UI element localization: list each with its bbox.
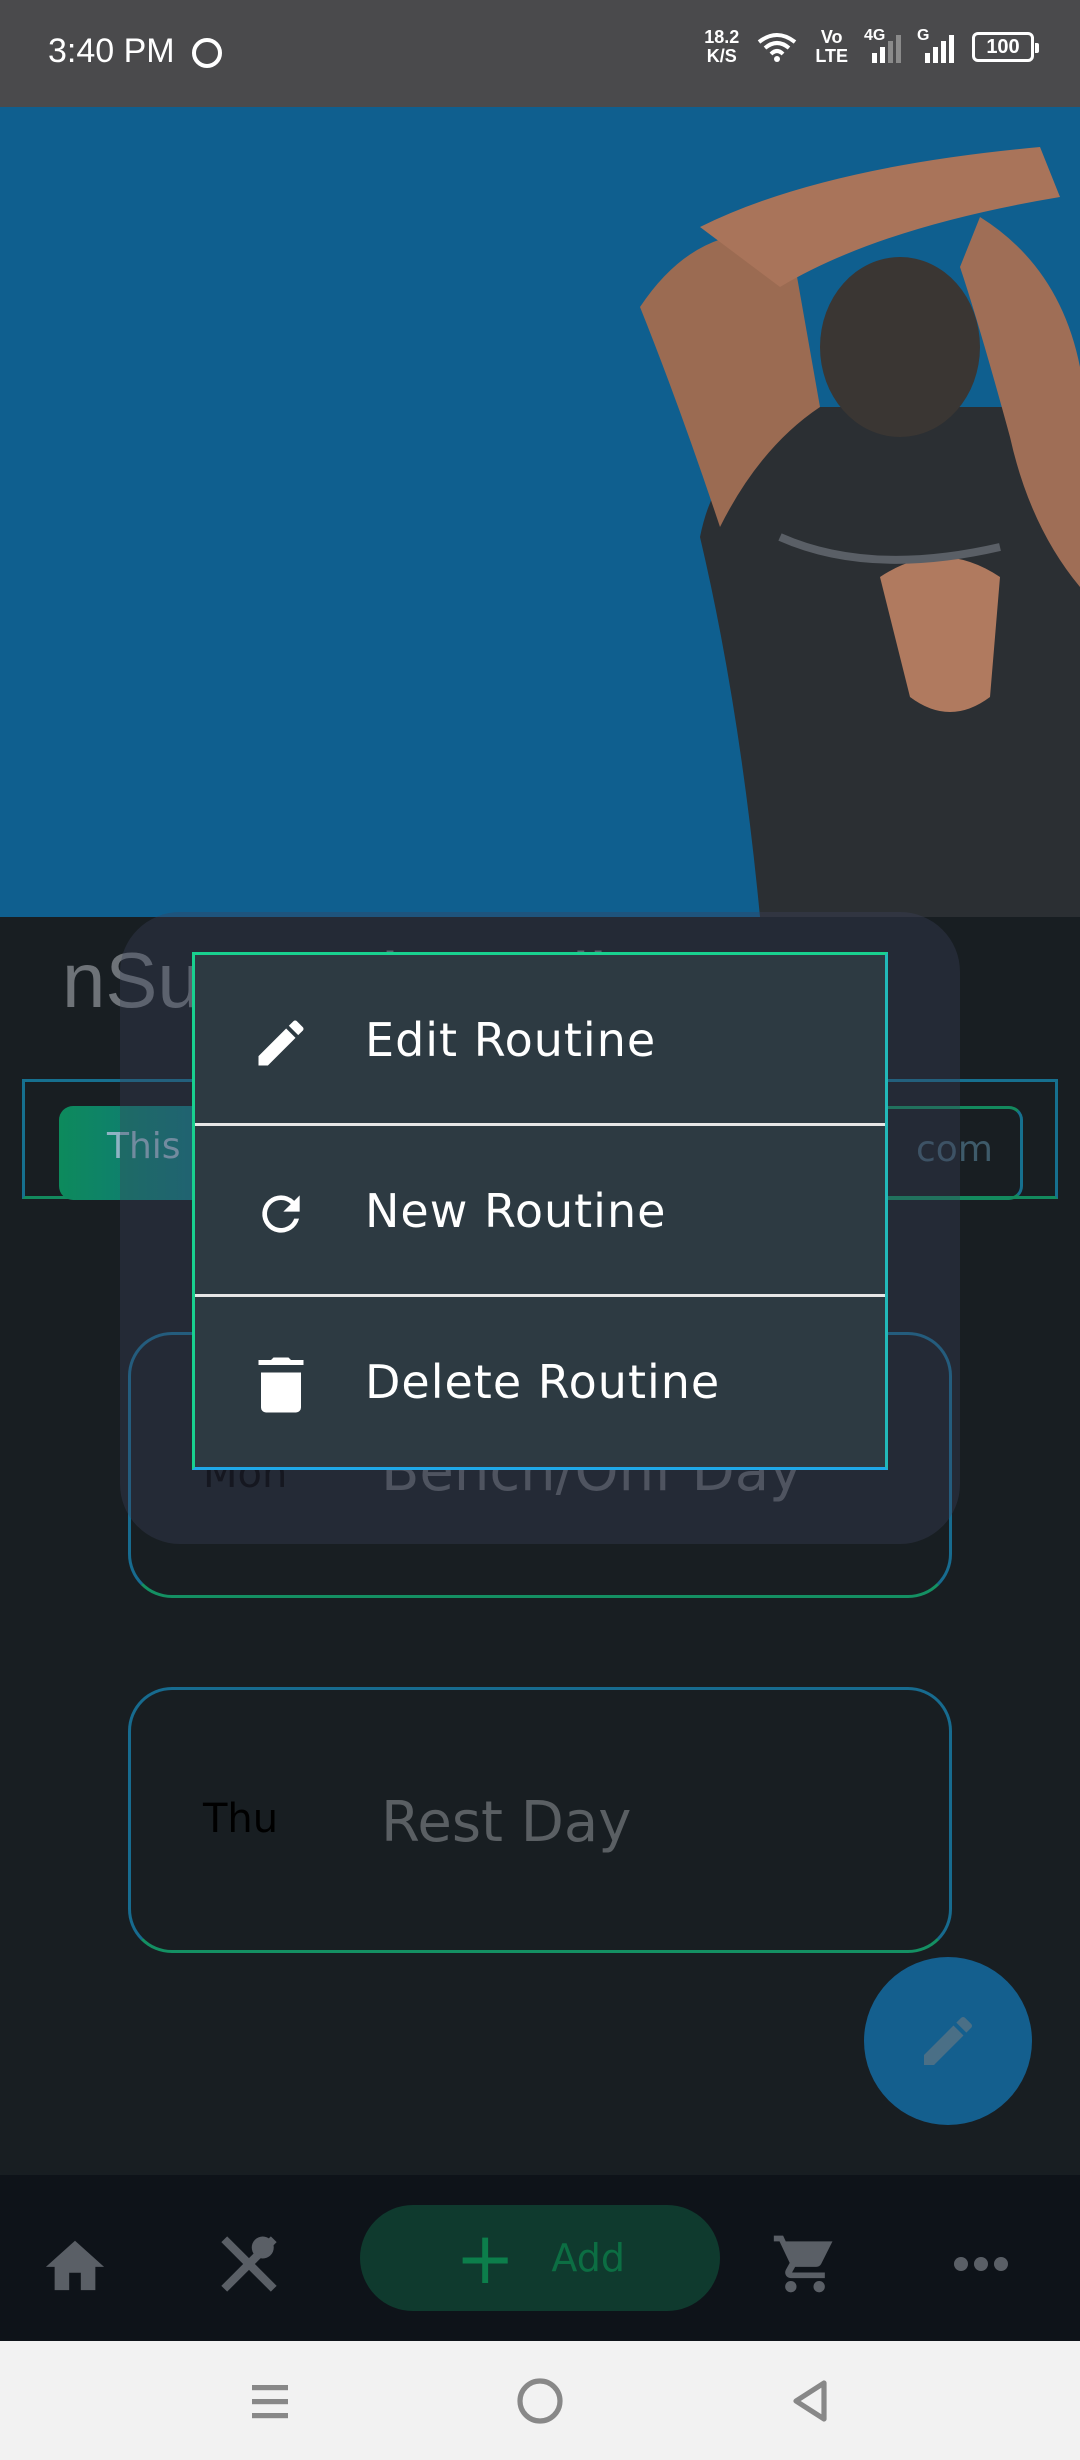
menu-item-edit-routine[interactable]: Edit Routine [195,955,885,1126]
battery-icon: 100 [972,32,1039,62]
battery-level: 100 [986,35,1020,58]
bottom-nav: + Add [0,2175,1080,2341]
day-abbr: Thu [203,1796,279,1842]
edit-fab-button[interactable] [864,1957,1032,2125]
routine-context-menu: Edit Routine New Routine Delete Routine [192,952,888,1470]
athlete-illustration [640,147,1080,917]
signal-sim1-icon: 4G [864,27,901,63]
menu-item-new-routine[interactable]: New Routine [195,1126,885,1297]
menu-icon [252,2385,288,2419]
volte-top: Vo [820,27,843,47]
net-speed-value: 18.2 [704,27,740,47]
status-time: 3:40 PM [48,32,175,70]
home-icon [45,2240,105,2291]
food-icon [221,2236,277,2292]
menu-item-label: New Routine [365,1184,667,1238]
nav-cart[interactable] [770,2229,840,2299]
circle-icon [517,2378,563,2424]
back-triangle-icon [793,2380,827,2422]
menu-item-label: Edit Routine [365,1013,657,1067]
home-button[interactable] [510,2371,570,2431]
signal-sim2-icon: G [917,27,954,63]
volte-bottom: LTE [815,46,848,66]
sim2-label: G [917,27,930,44]
add-button[interactable]: + Add [360,2205,720,2311]
wifi-icon [758,33,797,62]
system-nav-bar [0,2341,1080,2460]
menu-item-delete-routine[interactable]: Delete Routine [195,1297,885,1468]
volte-badge: Vo LTE [815,28,848,66]
pencil-icon [924,2016,973,2065]
add-label: Add [551,2236,625,2280]
nav-food[interactable] [214,2229,284,2299]
refresh-icon [251,1184,311,1244]
menu-item-label: Delete Routine [365,1355,721,1409]
plus-icon: + [455,2216,516,2300]
nav-home[interactable] [40,2229,110,2299]
sim1-label: 4G [864,27,886,44]
day-card-thu[interactable]: Thu Rest Day [128,1687,952,1953]
pencil-icon [251,1013,311,1073]
recents-button[interactable] [240,2371,300,2431]
status-bar: 3:40 PM 18.2 K/S Vo LTE 4G G 100 [0,0,1080,107]
notification-face-icon [192,38,222,68]
cart-icon [773,2235,833,2293]
hero-image [0,107,1080,917]
back-button[interactable] [780,2371,840,2431]
more-icon [954,2257,1008,2271]
trash-icon [251,1355,311,1415]
net-speed: 18.2 K/S [704,28,739,66]
day-routine-name: Rest Day [381,1790,632,1855]
net-speed-unit: K/S [706,46,737,66]
status-icons: 18.2 K/S Vo LTE 4G G 100 [704,27,1039,66]
nav-more[interactable] [946,2229,1016,2299]
